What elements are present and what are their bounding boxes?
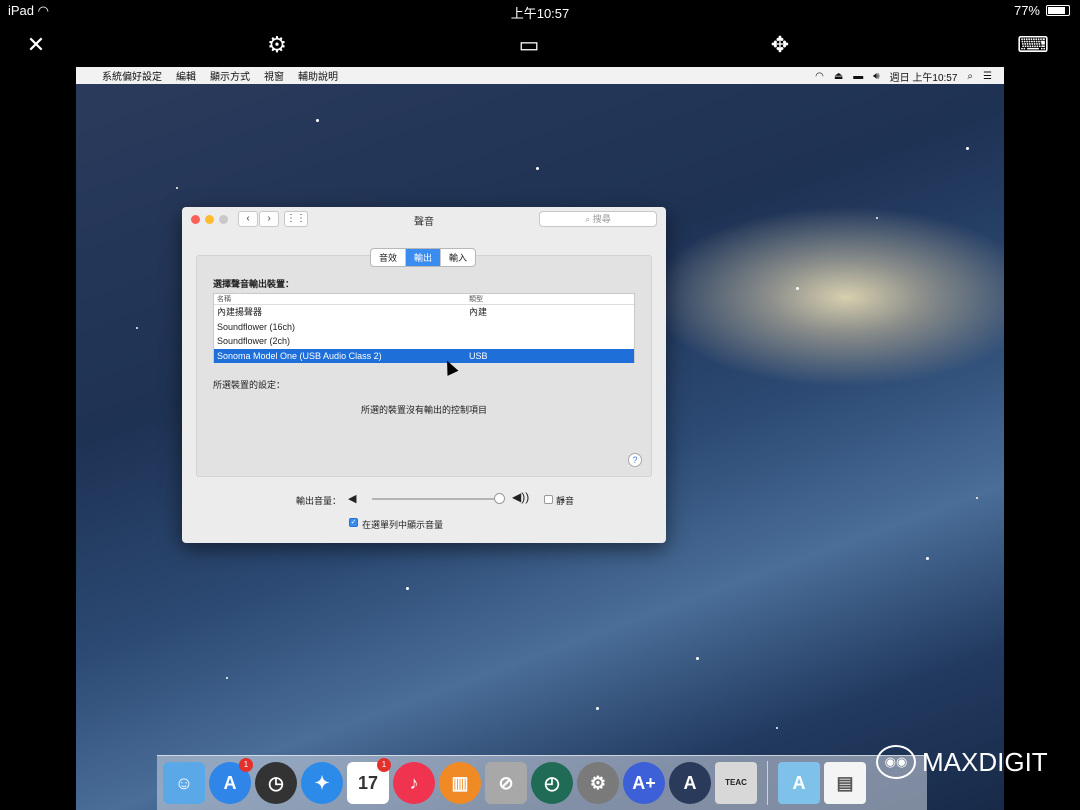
select-output-label: 選擇聲音輸出裝置： <box>213 279 295 289</box>
menu-system-preferences[interactable]: 系統偏好設定 <box>102 68 162 83</box>
volume-icon[interactable]: 🔊︎ <box>873 71 879 82</box>
device-name: 內建揚聲器 <box>217 307 263 317</box>
eject-icon[interactable]: ⏏ <box>834 71 843 82</box>
time-machine-icon[interactable]: ◴ <box>531 762 573 804</box>
remote-screen[interactable]: 系統偏好設定 編輯 顯示方式 視窗 輔助說明 ◠ ⏏ ▬ 🔊︎ 週日 上午10:… <box>76 67 1004 810</box>
mute-label: 靜音 <box>556 496 575 506</box>
system-preferences-icon[interactable]: ⚙ <box>577 762 619 804</box>
mute-checkbox[interactable] <box>544 495 553 504</box>
search-placeholder: 搜尋 <box>592 214 611 224</box>
output-volume-label: 輸出音量： <box>296 496 342 506</box>
volume-low-icon: ◀ <box>348 493 357 505</box>
column-type[interactable]: 類型 <box>469 294 483 304</box>
calendar-icon[interactable]: 17 1 <box>347 758 391 804</box>
volume-slider[interactable] <box>372 498 500 500</box>
menubar-clock[interactable]: 週日 上午10:57 <box>890 69 958 84</box>
show-volume-label: 在選單列中顯示音量 <box>362 520 444 530</box>
spotlight-icon[interactable]: ⌕ <box>967 71 973 82</box>
applications-folder-icon[interactable]: A <box>778 762 820 804</box>
close-icon[interactable]: ✕ <box>16 32 56 58</box>
menu-edit[interactable]: 編輯 <box>176 68 196 83</box>
device-name: Soundflower (16ch) <box>217 321 296 332</box>
table-header: 名稱 類型 <box>214 294 634 305</box>
volume-high-icon: ◀)) <box>512 490 530 504</box>
app-store-badge: 1 <box>239 758 253 772</box>
audirvana-plus-icon[interactable]: A+ <box>623 762 665 804</box>
dock: ☺ A1 ◷ ✦ 17 1 ♪ ▥ ⊘ ◴ ⚙ A+ A TEAC A ▤ <box>157 755 927 810</box>
itunes-icon[interactable]: ♪ <box>393 762 435 804</box>
display-layout-icon[interactable]: ▭ <box>509 32 549 58</box>
no-controls-message: 所選的裝置沒有輸出的控制項目 <box>360 405 487 415</box>
dock-separator <box>767 761 768 805</box>
dashboard-icon[interactable]: ◷ <box>255 762 297 804</box>
notification-icon[interactable]: ☰ <box>983 71 992 82</box>
watermark-text: MAXDIGIT <box>922 746 1048 777</box>
keyboard-icon[interactable]: ⌨ <box>1013 32 1053 58</box>
audirvana-icon[interactable]: A <box>669 762 711 804</box>
wifi-icon[interactable]: ◠ <box>815 71 824 82</box>
device-type: USB <box>469 350 488 361</box>
menu-window[interactable]: 視窗 <box>264 68 284 83</box>
volume-slider-knob[interactable] <box>494 493 505 504</box>
table-row[interactable]: Soundflower (16ch) <box>214 320 634 335</box>
search-field[interactable]: ⌕ 搜尋 <box>539 211 657 227</box>
watermark: ◉◉ MAXDIGIT <box>876 745 1048 779</box>
table-row[interactable]: Soundflower (2ch) <box>214 334 634 349</box>
tab-sound-effects[interactable]: 音效 <box>371 249 407 266</box>
move-icon[interactable]: ✥ <box>760 32 800 58</box>
gear-icon[interactable]: ⚙ <box>257 32 297 58</box>
status-time: 上午10:57 <box>510 6 570 21</box>
photo-booth-icon[interactable]: ⊘ <box>485 762 527 804</box>
column-name[interactable]: 名稱 <box>217 294 231 304</box>
device-name: Soundflower (2ch) <box>217 336 291 346</box>
show-volume-checkbox[interactable]: ✓ <box>349 518 358 527</box>
device-settings-label: 所選裝置的設定： <box>213 380 286 390</box>
teac-label: TEAC <box>725 778 747 787</box>
flag-icon[interactable]: ▬ <box>853 71 863 82</box>
app-store-icon[interactable]: A1 <box>209 758 253 804</box>
calendar-date: 17 <box>357 773 379 793</box>
table-row[interactable]: 內建揚聲器 內建 <box>214 305 634 320</box>
ibooks-icon[interactable]: ▥ <box>439 762 481 804</box>
sound-tabs: 音效 輸出 輸入 <box>370 248 477 267</box>
table-row-selected[interactable]: Sonoma Model One (USB Audio Class 2) USB <box>214 348 634 363</box>
help-button[interactable]: ? <box>628 453 642 467</box>
teac-player-icon[interactable]: TEAC <box>715 762 757 804</box>
finder-icon[interactable]: ☺ <box>163 762 205 804</box>
battery-icon <box>1046 5 1070 16</box>
battery-percent: 77% <box>1013 3 1040 18</box>
device-name: Sonoma Model One (USB Audio Class 2) <box>217 350 382 361</box>
device-type: 內建 <box>469 307 488 317</box>
tab-output[interactable]: 輸出 <box>406 249 442 266</box>
remote-app-toolbar: ✕ ⚙ ▭ ✥ ⌨ <box>0 26 1080 64</box>
sound-preferences-window: ‹ › ⋮⋮ 聲音 ⌕ 搜尋 音效 輸出 輸入 選擇聲音輸出裝置： 名稱 類型 … <box>182 207 666 543</box>
menu-help[interactable]: 輔助說明 <box>298 68 338 83</box>
safari-icon[interactable]: ✦ <box>301 762 343 804</box>
calendar-badge: 1 <box>377 758 391 772</box>
downloads-icon[interactable]: ▤ <box>824 762 866 804</box>
window-titlebar[interactable]: ‹ › ⋮⋮ 聲音 ⌕ 搜尋 <box>182 207 666 231</box>
tab-input[interactable]: 輸入 <box>441 249 475 266</box>
ios-status-bar: iPad ◠ 上午10:57 77% <box>0 0 1080 22</box>
mac-menubar: 系統偏好設定 編輯 顯示方式 視窗 輔助說明 ◠ ⏏ ▬ 🔊︎ 週日 上午10:… <box>76 67 1004 84</box>
wechat-icon: ◉◉ <box>876 745 916 779</box>
menu-view[interactable]: 顯示方式 <box>210 68 250 83</box>
output-device-table[interactable]: 名稱 類型 內建揚聲器 內建 Soundflower (16ch) Soundf… <box>213 293 635 363</box>
